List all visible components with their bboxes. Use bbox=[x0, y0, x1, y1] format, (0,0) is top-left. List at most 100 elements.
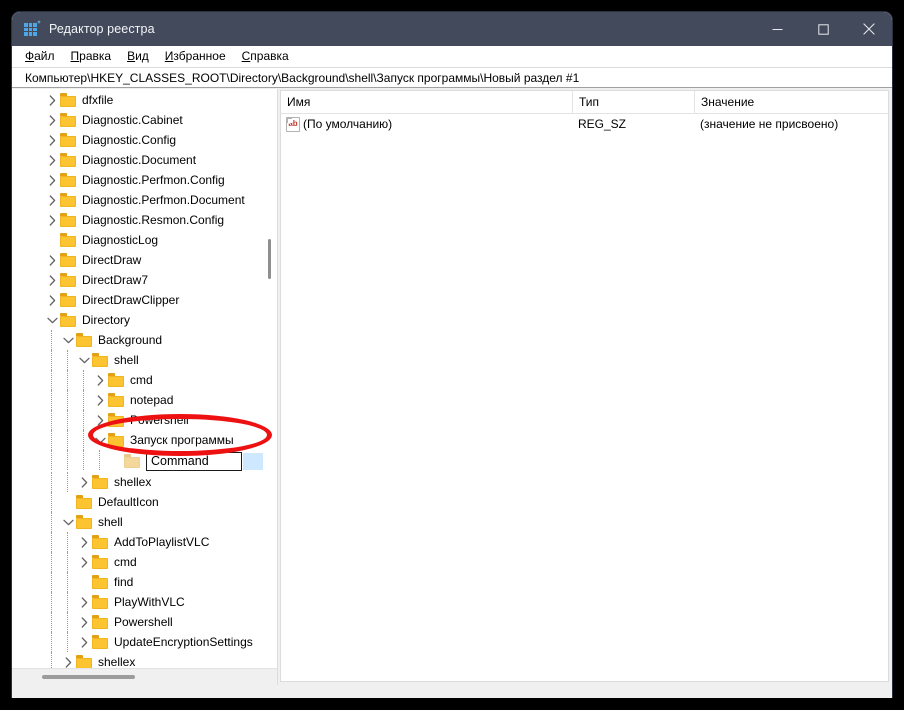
registry-values-list[interactable]: Имя Тип Значение ab (По умолчанию) REG_S… bbox=[280, 90, 889, 682]
tree-item-diagnostic-perfmon-document[interactable]: Diagnostic.Perfmon.Document bbox=[12, 190, 277, 210]
minimize-button[interactable] bbox=[754, 12, 800, 46]
chevron-down-icon[interactable] bbox=[60, 330, 76, 350]
tree-item-diagnostic-cabinet[interactable]: Diagnostic.Cabinet bbox=[12, 110, 277, 130]
registry-path-bar[interactable]: Компьютер\HKEY_CLASSES_ROOT\Directory\Ba… bbox=[12, 67, 892, 88]
tree-item-directdrawclipper[interactable]: DirectDrawClipper bbox=[12, 290, 277, 310]
tree-item-diagnostic-resmon-config[interactable]: Diagnostic.Resmon.Config bbox=[12, 210, 277, 230]
tree-item-shell[interactable]: shell bbox=[12, 512, 277, 532]
folder-icon bbox=[60, 153, 77, 167]
tree-horizontal-scrollbar[interactable] bbox=[12, 668, 277, 685]
value-name-cell: ab (По умолчанию) bbox=[281, 114, 572, 135]
close-button[interactable] bbox=[846, 12, 892, 46]
tree-item-diagnostic-perfmon-config[interactable]: Diagnostic.Perfmon.Config bbox=[12, 170, 277, 190]
chevron-right-icon[interactable] bbox=[44, 150, 60, 170]
chevron-right-icon[interactable] bbox=[44, 190, 60, 210]
chevron-right-icon[interactable] bbox=[44, 270, 60, 290]
menu-item-view[interactable]: Вид bbox=[127, 49, 158, 63]
chevron-down-icon[interactable] bbox=[44, 310, 60, 330]
chevron-right-icon[interactable] bbox=[44, 290, 60, 310]
folder-icon bbox=[60, 173, 77, 187]
tree-item-запуск-программы[interactable]: Запуск программы bbox=[12, 430, 277, 450]
tree-item-defaulticon[interactable]: DefaultIcon bbox=[12, 492, 277, 512]
registry-tree-pane[interactable]: dfxfile Diagnostic.Cabinet Diagnostic.Conf… bbox=[12, 89, 278, 685]
tree-item-playwithvlc[interactable]: PlayWithVLC bbox=[12, 592, 277, 612]
tree-item-notepad[interactable]: notepad bbox=[12, 390, 277, 410]
tree-item-powershell[interactable]: Powershell bbox=[12, 410, 277, 430]
column-header-name[interactable]: Имя bbox=[281, 91, 572, 114]
folder-icon bbox=[92, 555, 109, 569]
tree-guide-line bbox=[51, 390, 52, 410]
tree-item-shellex[interactable]: shellex bbox=[12, 472, 277, 492]
tree-horizontal-scroll-thumb[interactable] bbox=[42, 675, 135, 679]
menu-item-file[interactable]: Файл bbox=[25, 49, 64, 63]
folder-icon bbox=[92, 535, 109, 549]
chevron-right-icon[interactable] bbox=[76, 552, 92, 572]
tree-item-label: AddToPlaylistVLC bbox=[114, 535, 210, 549]
tree-item-shell[interactable]: shell bbox=[12, 350, 277, 370]
chevron-right-icon[interactable] bbox=[44, 170, 60, 190]
tree-vertical-scrollbar[interactable] bbox=[263, 89, 276, 668]
chevron-down-icon[interactable] bbox=[92, 430, 108, 450]
chevron-right-icon[interactable] bbox=[76, 532, 92, 552]
tree-item-label: shellex bbox=[98, 655, 136, 669]
chevron-down-icon[interactable] bbox=[60, 512, 76, 532]
tree-item-directdraw7[interactable]: DirectDraw7 bbox=[12, 270, 277, 290]
tree-guide-line bbox=[67, 572, 68, 592]
menu-item-help[interactable]: Справка bbox=[242, 49, 298, 63]
chevron-right-icon[interactable] bbox=[92, 410, 108, 430]
tree-item-find[interactable]: find bbox=[12, 572, 277, 592]
value-type-cell: REG_SZ bbox=[578, 117, 627, 131]
rename-input[interactable]: Command bbox=[146, 451, 242, 471]
chevron-right-icon[interactable] bbox=[44, 130, 60, 150]
chevron-right-icon[interactable] bbox=[44, 250, 60, 270]
chevron-right-icon[interactable] bbox=[76, 472, 92, 492]
tree-item-label: shell bbox=[114, 353, 139, 367]
title-bar[interactable]: Редактор реестра bbox=[12, 12, 892, 46]
table-row[interactable]: ab (По умолчанию) REG_SZ (значение не пр… bbox=[281, 114, 888, 135]
folder-icon bbox=[108, 373, 125, 387]
chevron-right-icon[interactable] bbox=[44, 90, 60, 110]
tree-leaf-spacer bbox=[76, 572, 92, 592]
registry-editor-window: Редактор реестра Файл Правка Вид Избранн… bbox=[12, 12, 892, 698]
tree-item-powershell[interactable]: Powershell bbox=[12, 612, 277, 632]
chevron-right-icon[interactable] bbox=[44, 110, 60, 130]
tree-item-cmd[interactable]: cmd bbox=[12, 552, 277, 572]
chevron-right-icon[interactable] bbox=[76, 612, 92, 632]
menu-item-edit[interactable]: Правка bbox=[71, 49, 121, 63]
menu-item-favorites[interactable]: Избранное bbox=[165, 49, 235, 63]
tree-item-diagnostic-config[interactable]: Diagnostic.Config bbox=[12, 130, 277, 150]
tree-guide-line bbox=[99, 450, 100, 470]
tree-item-background[interactable]: Background bbox=[12, 330, 277, 350]
column-header-type[interactable]: Тип bbox=[572, 91, 694, 114]
folder-icon bbox=[60, 193, 77, 207]
tree-item-addtoplaylistvlc[interactable]: AddToPlaylistVLC bbox=[12, 532, 277, 552]
registry-values-pane: Имя Тип Значение ab (По умолчанию) REG_S… bbox=[279, 89, 892, 685]
value-data-cell: (значение не присвоено) bbox=[700, 117, 839, 131]
chevron-down-icon[interactable] bbox=[76, 350, 92, 370]
chevron-right-icon[interactable] bbox=[76, 592, 92, 612]
folder-icon bbox=[92, 635, 109, 649]
tree-item-label: Diagnostic.Document bbox=[82, 153, 197, 167]
chevron-right-icon[interactable] bbox=[92, 390, 108, 410]
tree-item-label: Powershell bbox=[130, 413, 189, 427]
tree-item-dfxfile[interactable]: dfxfile bbox=[12, 90, 277, 110]
tree-item-cmd[interactable]: cmd bbox=[12, 370, 277, 390]
chevron-right-icon[interactable] bbox=[92, 370, 108, 390]
column-header-value[interactable]: Значение bbox=[694, 91, 888, 114]
tree-item-directdraw[interactable]: DirectDraw bbox=[12, 250, 277, 270]
chevron-right-icon[interactable] bbox=[76, 632, 92, 652]
tree-item-label: notepad bbox=[130, 393, 174, 407]
tree-item-directory[interactable]: Directory bbox=[12, 310, 277, 330]
tree-item-updateencryptionsettings[interactable]: UpdateEncryptionSettings bbox=[12, 632, 277, 652]
tree-vertical-scroll-thumb[interactable] bbox=[268, 239, 271, 279]
tree-item-diagnosticlog[interactable]: DiagnosticLog bbox=[12, 230, 277, 250]
tree-item-label: Diagnostic.Cabinet bbox=[82, 113, 183, 127]
tree-guide-line bbox=[83, 430, 84, 450]
rename-editor[interactable]: Command bbox=[146, 451, 273, 471]
tree-item-diagnostic-document[interactable]: Diagnostic.Document bbox=[12, 150, 277, 170]
tree-guide-line bbox=[67, 350, 68, 370]
folder-icon bbox=[60, 213, 77, 227]
tree-item-command[interactable]: Command bbox=[12, 450, 277, 472]
maximize-button[interactable] bbox=[800, 12, 846, 46]
chevron-right-icon[interactable] bbox=[44, 210, 60, 230]
